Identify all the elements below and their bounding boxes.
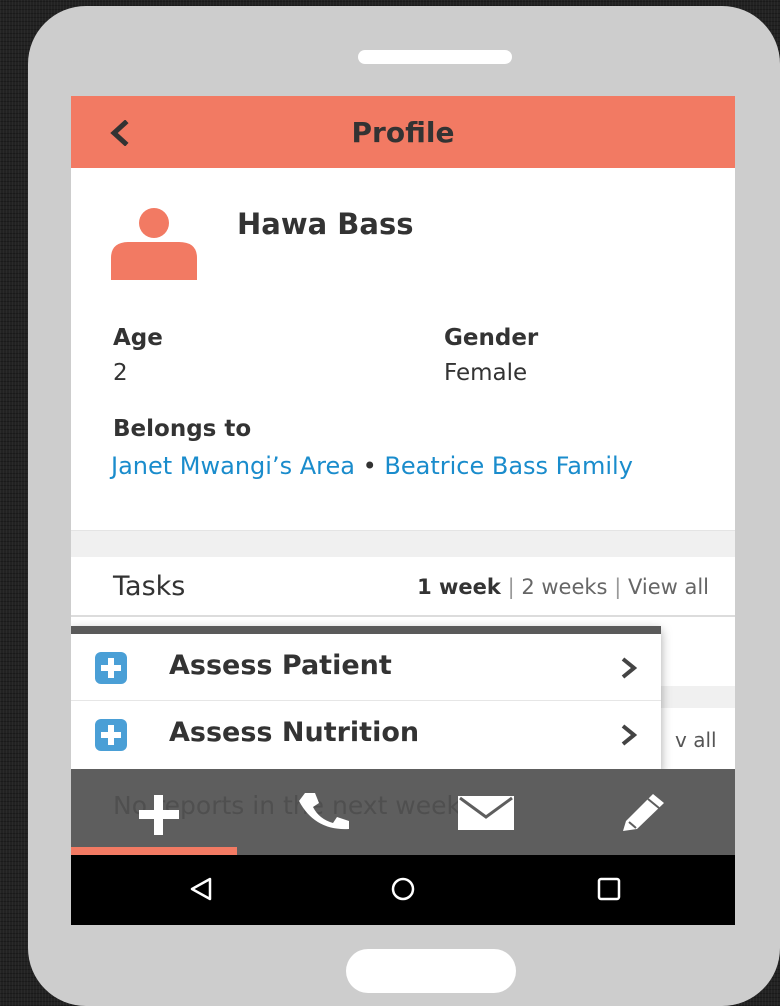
belongs-to-links: Janet Mwangi’s Area • Beatrice Bass Fami…	[111, 450, 711, 482]
page-title: Profile	[351, 116, 455, 149]
person-icon	[111, 208, 197, 280]
action-item-assess-patient[interactable]: Assess Patient	[71, 634, 661, 701]
tasks-header: Tasks 1 week | 2 weeks | View all	[71, 557, 735, 617]
area-link[interactable]: Janet Mwangi’s Area	[111, 452, 355, 480]
filter-divider: |	[507, 575, 515, 599]
filter-view-all[interactable]: View all	[628, 575, 709, 599]
age-value: 2	[113, 360, 128, 386]
android-nav-bar	[71, 855, 735, 925]
person-name: Hawa Bass	[237, 207, 414, 241]
phone-home-button	[346, 949, 516, 993]
active-tab-indicator	[71, 847, 237, 855]
section-gap	[71, 530, 735, 558]
app-header: Profile	[71, 96, 735, 168]
tasks-filter: 1 week | 2 weeks | View all	[417, 575, 709, 599]
chevron-right-icon	[621, 657, 638, 679]
pencil-icon[interactable]	[619, 791, 667, 833]
age-label: Age	[113, 325, 163, 351]
filter-2-weeks[interactable]: 2 weeks	[521, 575, 607, 599]
action-item-assess-nutrition[interactable]: Assess Nutrition	[71, 701, 661, 767]
phone-speaker	[358, 50, 512, 64]
section-gap	[661, 686, 735, 708]
filter-divider: |	[614, 575, 622, 599]
chevron-right-icon	[621, 724, 638, 746]
plus-box-icon	[95, 652, 127, 684]
home-circle-icon[interactable]	[387, 877, 419, 901]
back-triangle-icon[interactable]	[189, 877, 213, 901]
phone-icon[interactable]	[295, 791, 351, 831]
plus-box-icon	[95, 719, 127, 751]
family-link[interactable]: Beatrice Bass Family	[384, 452, 633, 480]
plus-icon[interactable]	[135, 791, 183, 839]
filter-1-week[interactable]: 1 week	[417, 575, 501, 599]
tab-bar: No reports in the next week.	[71, 769, 735, 855]
recents-square-icon[interactable]	[597, 877, 621, 901]
gender-label: Gender	[444, 325, 539, 351]
link-separator: •	[362, 452, 377, 480]
action-menu: Assess Patient Assess Nutrition	[71, 626, 661, 772]
tasks-title: Tasks	[113, 571, 186, 602]
app-screen: Profile Hawa Bass Age 2 Gender Female Be…	[71, 96, 735, 925]
gender-value: Female	[444, 360, 528, 386]
action-label: Assess Patient	[169, 650, 392, 681]
reports-view-all[interactable]: v all	[675, 728, 717, 752]
envelope-icon[interactable]	[457, 795, 515, 831]
belongs-to-label: Belongs to	[113, 416, 252, 442]
action-label: Assess Nutrition	[169, 717, 420, 748]
